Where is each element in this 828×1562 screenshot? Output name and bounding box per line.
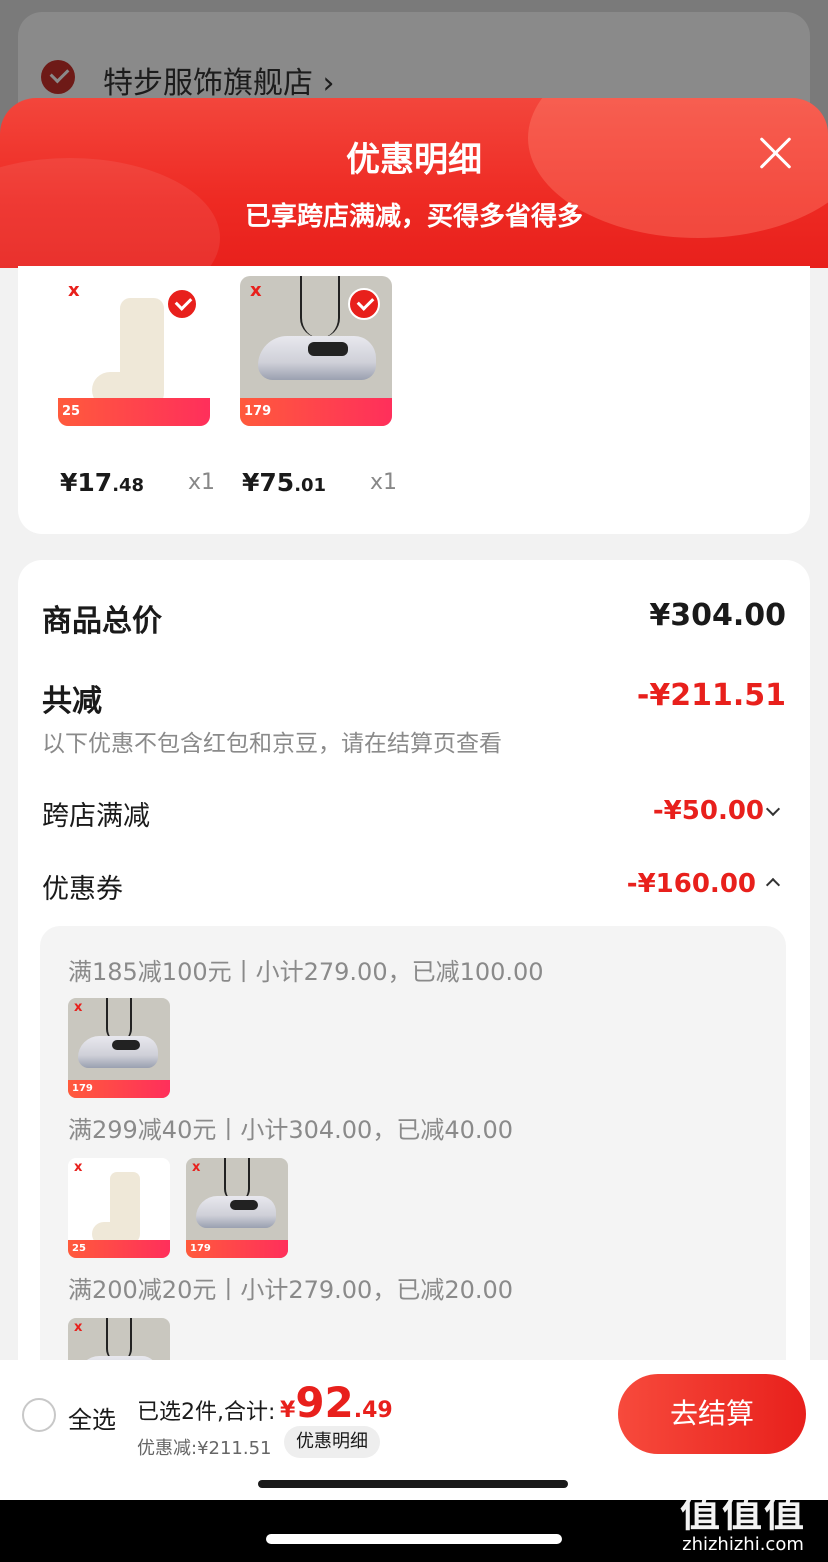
system-home-indicator[interactable] xyxy=(266,1534,562,1544)
promo-strip: 25 xyxy=(58,398,210,426)
screen: 特步服饰旗舰店 › 优惠明细 已享跨店满减，买得多省得多 x 25 x 179 … xyxy=(0,0,828,1500)
cross-store-label[interactable]: 跨店满减 xyxy=(42,794,150,833)
sheet-title: 优惠明细 xyxy=(346,140,482,180)
promo-price: 179 xyxy=(244,404,272,419)
brand-logo: x xyxy=(192,1160,201,1175)
promo-strip: 179 xyxy=(240,398,392,426)
price-decimal: .01 xyxy=(294,475,327,496)
coupon-product-thumb: x 179 xyxy=(68,998,170,1098)
brand-logo: x xyxy=(74,1320,83,1335)
checkout-button[interactable]: 去结算 xyxy=(618,1374,806,1454)
cross-store-value[interactable]: -¥50.00 xyxy=(653,796,764,826)
discount-note: 以下优惠不包含红包和京豆，请在结算页查看 xyxy=(42,731,502,757)
product-thumbnail-socks[interactable]: x 25 xyxy=(58,276,210,426)
discount-total-text: 优惠减:¥211.51 xyxy=(137,1438,272,1459)
brand-logo: x xyxy=(250,280,262,301)
product-price: ¥17.48 xyxy=(60,468,144,497)
coupon-product-thumb: x 25 xyxy=(68,1158,170,1258)
total-label: 商品总价 xyxy=(42,604,162,639)
coupon-product-thumb: x 179 xyxy=(186,1158,288,1258)
brand-logo: x xyxy=(74,1160,83,1175)
promo-strip: 179 xyxy=(68,1080,170,1098)
total-integer: 92 xyxy=(295,1378,354,1427)
promo-strip: 179 xyxy=(186,1240,288,1258)
total-value: ¥304.00 xyxy=(649,598,786,633)
store-name[interactable]: 特步服饰旗舰店 › xyxy=(103,58,335,102)
promo-price: 25 xyxy=(72,1243,86,1254)
watermark: 值值值 zhizhizhi.com xyxy=(668,1480,818,1555)
sheet-subtitle: 已享跨店满减，买得多省得多 xyxy=(244,202,583,232)
chevron-up-icon[interactable] xyxy=(765,877,781,893)
socks-image xyxy=(92,1172,140,1246)
product-price: ¥75.01 xyxy=(242,468,326,497)
store-check-icon[interactable] xyxy=(41,60,75,94)
close-icon[interactable] xyxy=(756,134,794,172)
brand-logo: x xyxy=(74,1000,83,1015)
total-decimal: .49 xyxy=(353,1398,393,1423)
products-card: x 25 x 179 ¥17.48 x1 ¥75.01 x1 xyxy=(18,266,810,534)
reduce-value: -¥211.51 xyxy=(636,678,786,713)
discount-sheet-header: 优惠明细 已享跨店满减，买得多省得多 xyxy=(0,98,828,268)
promo-strip: 25 xyxy=(68,1240,170,1258)
coupon-rule: 满299减40元丨小计304.00，已减40.00 xyxy=(68,1116,514,1144)
shoe-image xyxy=(78,1036,158,1068)
product-quantity: x1 xyxy=(188,470,216,495)
check-icon[interactable] xyxy=(166,288,198,320)
select-all-radio-icon[interactable] xyxy=(22,1398,56,1432)
brand-logo: x xyxy=(68,280,80,301)
shoe-laces-image xyxy=(300,276,340,338)
watermark-logo: 值值值 xyxy=(680,1490,806,1536)
select-all-label[interactable]: 全选 xyxy=(68,1400,116,1435)
reduce-label: 共减 xyxy=(42,684,102,719)
product-thumbnail-shoes[interactable]: x 179 xyxy=(240,276,392,426)
coupon-rule: 满185减100元丨小计279.00，已减100.00 xyxy=(68,958,544,986)
total-currency: ¥ xyxy=(280,1398,296,1423)
socks-image xyxy=(92,298,164,408)
shoe-image xyxy=(258,336,376,380)
price-decimal: .48 xyxy=(112,475,145,496)
price-integer: ¥17 xyxy=(60,468,113,497)
promo-price: 179 xyxy=(190,1243,211,1254)
checkout-bar: 全选 已选2件,合计: ¥92.49 优惠减:¥211.51 优惠明细 去结算 xyxy=(0,1360,828,1500)
total-price: ¥92.49 xyxy=(280,1378,393,1427)
price-integer: ¥75 xyxy=(242,468,295,497)
coupon-value[interactable]: -¥160.00 xyxy=(627,869,756,899)
coupon-label[interactable]: 优惠券 xyxy=(42,867,123,906)
promo-price: 179 xyxy=(72,1083,93,1094)
chevron-down-icon[interactable] xyxy=(765,801,781,817)
home-indicator[interactable] xyxy=(258,1480,568,1488)
check-icon[interactable] xyxy=(348,288,380,320)
promo-price: 25 xyxy=(62,404,81,419)
product-quantity: x1 xyxy=(370,470,398,495)
discount-detail-button[interactable]: 优惠明细 xyxy=(284,1426,380,1458)
coupon-rule: 满200减20元丨小计279.00，已减20.00 xyxy=(68,1276,514,1304)
selected-count-text: 已选2件,合计: xyxy=(137,1400,276,1425)
price-summary-card: 商品总价 ¥304.00 共减 -¥211.51 以下优惠不包含红包和京豆，请在… xyxy=(18,560,810,1460)
shoe-image xyxy=(196,1196,276,1228)
